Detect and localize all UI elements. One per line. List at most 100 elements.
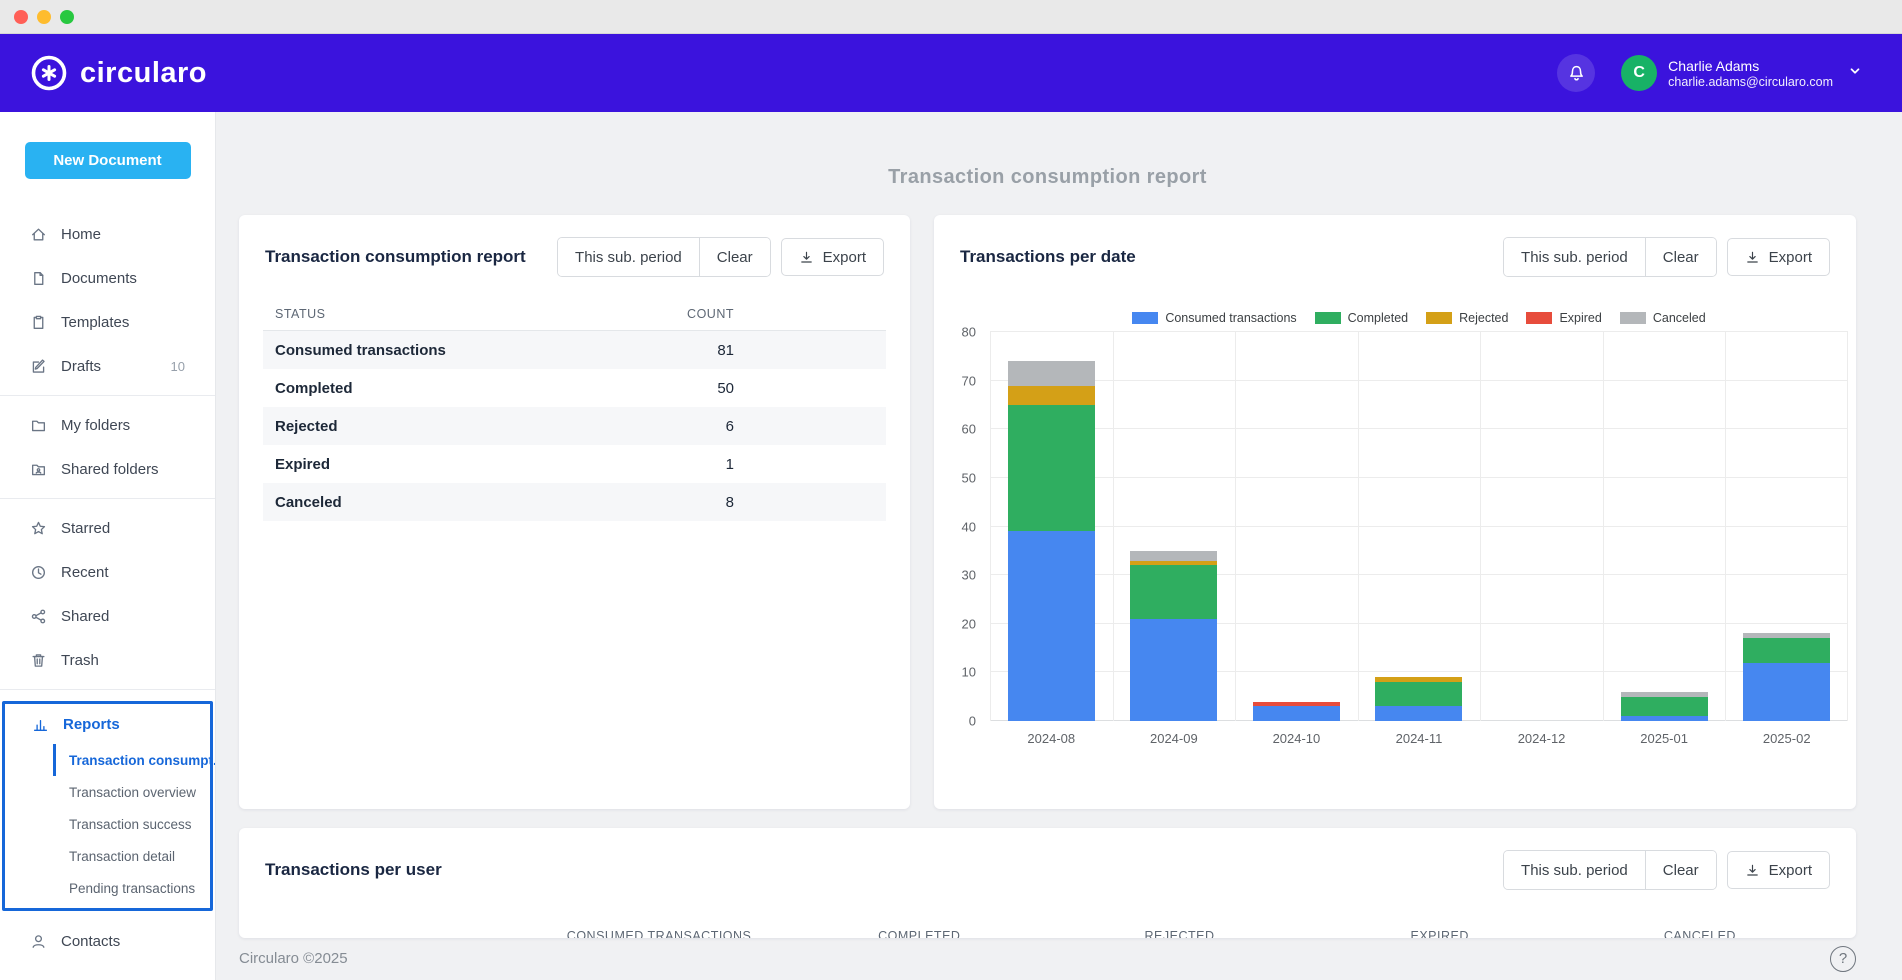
window-zoom-button[interactable] [60,10,74,24]
period-filter-button[interactable]: This sub. period [1504,851,1645,889]
table-row-completed[interactable]: Completed50 [263,369,886,407]
status-cell: Canceled [263,494,556,511]
notifications-button[interactable] [1557,54,1595,92]
sidebar-subitem-transaction-consumpt[interactable]: Transaction consumpt... [53,744,210,776]
help-button[interactable]: ? [1830,946,1856,972]
sidebar-divider [0,689,215,690]
legend-item-rejected[interactable]: Rejected [1426,311,1508,325]
card-title: Transaction consumption report [265,247,526,267]
legend-label: Rejected [1459,311,1508,325]
chart-bar-group-2024-10[interactable] [1235,332,1358,721]
sidebar-item-templates[interactable]: Templates [0,300,215,344]
export-label: Export [1769,862,1812,879]
bar-segment-canceled[interactable] [1008,361,1095,385]
table-row-canceled[interactable]: Canceled8 [263,483,886,521]
sidebar-item-reports[interactable]: Reports [5,704,210,744]
sidebar-subitem-transaction-detail[interactable]: Transaction detail [53,840,210,872]
card-title: Transactions per date [960,247,1136,267]
bar-segment-consumed-transactions[interactable] [1621,716,1708,721]
bar-segment-completed[interactable] [1375,682,1462,706]
export-button[interactable]: Export [781,238,884,276]
sidebar-item-label: Reports [63,716,194,733]
sidebar-subitem-transaction-overview[interactable]: Transaction overview [53,776,210,808]
sidebar-item-my-folders[interactable]: My folders [0,403,215,447]
new-document-button[interactable]: New Document [25,142,191,179]
bar-segment-completed[interactable] [1621,697,1708,716]
bar-segment-consumed-transactions[interactable] [1130,619,1217,721]
table-row-consumed-transactions[interactable]: Consumed transactions81 [263,331,886,369]
sidebar-item-shared-folders[interactable]: Shared folders [0,447,215,491]
sidebar-subitem-transaction-success[interactable]: Transaction success [53,808,210,840]
template-icon [30,314,47,331]
chart-bar-group-2025-02[interactable] [1725,332,1848,721]
bar-segment-consumed-transactions[interactable] [1253,706,1340,721]
sidebar-item-starred[interactable]: Starred [0,506,215,550]
bar-segment-rejected[interactable] [1008,386,1095,405]
bar-segment-completed[interactable] [1743,638,1830,662]
clear-filter-button[interactable]: Clear [1645,238,1716,276]
table-header-status: STATUS [263,307,556,321]
window-minimize-button[interactable] [37,10,51,24]
copyright-text: Circularo ©2025 [239,950,348,967]
clear-filter-button[interactable]: Clear [699,238,770,276]
sidebar: New Document Home Documents TemplatesDraft… [0,112,216,980]
legend-label: Completed [1348,311,1408,325]
user-menu[interactable]: C Charlie Adams charlie.adams@circularo.… [1621,55,1862,91]
transactions-per-date-card: Transactions per date This sub. period C… [934,215,1856,809]
chart-bar-group-2024-08[interactable] [990,332,1113,721]
chart-bar-group-2025-01[interactable] [1603,332,1726,721]
sidebar-contacts-wrap: Contacts [0,919,215,963]
legend-swatch [1426,312,1452,324]
bar-segment-consumed-transactions[interactable] [1743,663,1830,721]
consumption-report-card: Transaction consumption report This sub.… [239,215,910,809]
window-close-button[interactable] [14,10,28,24]
document-icon [30,270,47,287]
brand-logo[interactable]: circularo [30,54,207,92]
export-button[interactable]: Export [1727,851,1830,889]
chart-bar-2024-09 [1130,332,1217,721]
clear-filter-button[interactable]: Clear [1645,851,1716,889]
legend-item-consumed-transactions[interactable]: Consumed transactions [1132,311,1296,325]
sidebar-item-label: Documents [61,270,199,287]
bar-segment-consumed-transactions[interactable] [1008,531,1095,721]
export-button[interactable]: Export [1727,238,1830,276]
status-cell: Rejected [263,418,556,435]
legend-label: Expired [1559,311,1601,325]
legend-swatch [1132,312,1158,324]
sidebar-item-recent[interactable]: Recent [0,550,215,594]
user-email: charlie.adams@circularo.com [1668,75,1833,90]
chart-bar-group-2024-12[interactable] [1480,332,1603,721]
export-label: Export [823,249,866,266]
bar-segment-canceled[interactable] [1130,551,1217,561]
chart-bar-group-2024-11[interactable] [1358,332,1481,721]
legend-item-expired[interactable]: Expired [1526,311,1601,325]
sidebar-item-drafts[interactable]: Drafts10 [0,344,215,388]
period-filter-button[interactable]: This sub. period [1504,238,1645,276]
sidebar-subitem-pending-transactions[interactable]: Pending transactions [53,872,210,904]
sidebar-item-contacts[interactable]: Contacts [0,919,215,963]
bar-segment-completed[interactable] [1130,565,1217,618]
bar-segment-completed[interactable] [1008,405,1095,531]
legend-item-canceled[interactable]: Canceled [1620,311,1706,325]
draft-icon [30,358,47,375]
chart-y-tick-label: 60 [962,422,976,437]
table-row-expired[interactable]: Expired1 [263,445,886,483]
sidebar-item-documents[interactable]: Documents [0,256,215,300]
status-cell: Consumed transactions [263,342,556,359]
sidebar-item-home[interactable]: Home [0,212,215,256]
question-icon: ? [1839,950,1847,967]
reports-section-highlight: ReportsTransaction consumpt...Transactio… [2,701,213,911]
count-cell: 1 [556,456,886,473]
bar-segment-consumed-transactions[interactable] [1375,706,1462,721]
sidebar-divider [0,395,215,396]
sidebar-item-shared[interactable]: Shared [0,594,215,638]
legend-item-completed[interactable]: Completed [1315,311,1408,325]
sidebar-item-trash[interactable]: Trash [0,638,215,682]
legend-label: Canceled [1653,311,1706,325]
table-row-rejected[interactable]: Rejected6 [263,407,886,445]
chart-bar-group-2024-09[interactable] [1113,332,1236,721]
column-header-rejected: REJECTED [1049,929,1309,938]
period-filter-button[interactable]: This sub. period [558,238,699,276]
chart-bar-2025-02 [1743,332,1830,721]
chevron-down-icon [1844,64,1862,83]
